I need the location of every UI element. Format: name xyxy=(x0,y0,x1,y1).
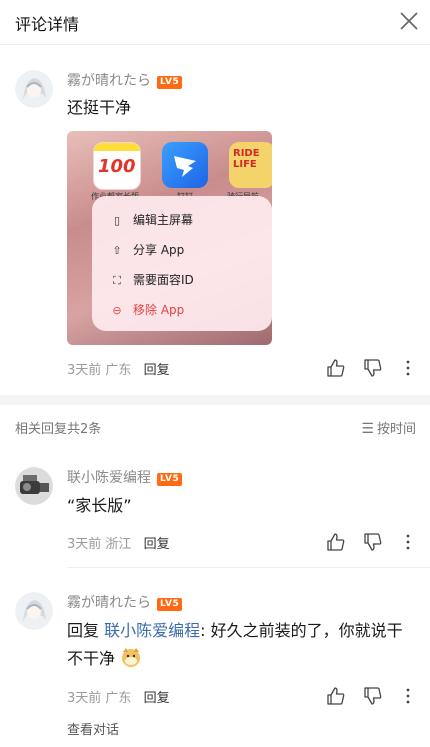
timestamp: 3天前 xyxy=(67,691,102,706)
menu-label: 需要面容ID xyxy=(133,273,194,287)
username-text[interactable]: 霧が晴れたら xyxy=(67,595,151,611)
app-icon-text: 100 xyxy=(98,156,136,177)
more-icon[interactable] xyxy=(398,686,418,706)
level-badge: LV5 xyxy=(157,76,183,89)
app-icon-text: RIDE LIFE xyxy=(233,148,260,170)
level-badge: LV5 xyxy=(157,473,183,486)
app-icon-dingtalk xyxy=(162,142,208,188)
faceid-icon: ⛶ xyxy=(113,274,121,287)
sort-button[interactable]: ☰ 按时间 xyxy=(361,418,416,437)
comment-meta: 3天前 浙江 回复 xyxy=(67,533,170,552)
thumbs-up-icon[interactable] xyxy=(326,686,346,706)
thumbs-down-icon[interactable] xyxy=(363,532,383,552)
view-conversation-link[interactable]: 查看对话 xyxy=(67,719,119,738)
sort-label: 按时间 xyxy=(376,422,416,437)
remove-icon: ⊖ xyxy=(112,304,122,317)
username[interactable]: 霧が晴れたら LV5 xyxy=(67,592,183,612)
mention-link[interactable]: 联小陈爱编程 xyxy=(104,621,200,640)
avatar[interactable] xyxy=(15,592,53,630)
username[interactable]: 联小陈爱编程 LV5 xyxy=(67,467,183,487)
location: 浙江 xyxy=(105,537,132,552)
menu-item-edit-home[interactable]: ▯ 编辑主屏幕 xyxy=(110,211,193,231)
thumbs-up-icon[interactable] xyxy=(326,532,346,552)
comment-text: 回复 联小陈爱编程: 好久之前装的了，你就说干不干净 xyxy=(67,617,412,673)
reply-button[interactable]: 回复 xyxy=(144,363,170,378)
app-icon-zuoyebang: 100 xyxy=(93,142,141,190)
thumbs-up-icon[interactable] xyxy=(326,358,346,378)
comment-image[interactable]: 100 作业帮家长版 钉钉 RIDE LIFE 骑行导航 ▯编辑主屏幕 ⇧分享 … xyxy=(67,131,272,345)
username-text[interactable]: 联小陈爱编程 xyxy=(67,470,151,486)
divider xyxy=(67,567,430,568)
share-icon: ⇧ xyxy=(112,244,122,257)
timestamp: 3天前 xyxy=(67,363,102,378)
app-icon-ridelife: RIDE LIFE xyxy=(229,142,272,188)
reply-prefix: 回复 xyxy=(67,621,105,640)
menu-label: 移除 App xyxy=(133,303,185,317)
avatar[interactable] xyxy=(15,70,53,108)
close-icon[interactable] xyxy=(398,10,420,32)
reply-button[interactable]: 回复 xyxy=(144,537,170,552)
more-icon[interactable] xyxy=(398,532,418,552)
comment-meta: 3天前 广东 回复 xyxy=(67,359,170,378)
location: 广东 xyxy=(105,363,132,378)
reply-button[interactable]: 回复 xyxy=(144,691,170,706)
phone-icon: ▯ xyxy=(113,214,121,227)
avatar[interactable] xyxy=(15,467,53,505)
section-separator xyxy=(0,395,430,405)
page-title: 评论详情 xyxy=(15,15,80,34)
menu-label: 编辑主屏幕 xyxy=(133,213,194,227)
location: 广东 xyxy=(105,691,132,706)
comment-meta: 3天前 广东 回复 xyxy=(67,687,170,706)
comment-text: 还挺干净 xyxy=(67,98,132,117)
username-text[interactable]: 霧が晴れたら xyxy=(67,73,151,89)
menu-item-share[interactable]: ⇧ 分享 App xyxy=(110,241,184,261)
comment-actions xyxy=(326,358,418,378)
related-count: 相关回复共2条 xyxy=(15,422,102,437)
thumbs-down-icon[interactable] xyxy=(363,686,383,706)
menu-item-faceid[interactable]: ⛶ 需要面容ID xyxy=(110,271,194,291)
thumbs-down-icon[interactable] xyxy=(363,358,383,378)
comment-text: “家长版” xyxy=(67,496,132,515)
timestamp: 3天前 xyxy=(67,537,102,552)
header: 评论详情 xyxy=(0,0,430,45)
menu-item-remove[interactable]: ⊖ 移除 App xyxy=(110,301,184,321)
comment-actions xyxy=(326,532,418,552)
dingtalk-logo-icon xyxy=(174,156,196,177)
username[interactable]: 霧が晴れたら LV5 xyxy=(67,70,183,90)
level-badge: LV5 xyxy=(157,598,183,611)
context-menu: ▯ 编辑主屏幕 ⇧ 分享 App ⛶ 需要面容ID ⊖ 移除 App xyxy=(92,196,272,331)
more-icon[interactable] xyxy=(398,358,418,378)
comment-actions xyxy=(326,686,418,706)
menu-label: 分享 App xyxy=(133,243,185,257)
doge-emoji-icon xyxy=(122,648,141,667)
sort-icon: ☰ xyxy=(361,421,374,437)
